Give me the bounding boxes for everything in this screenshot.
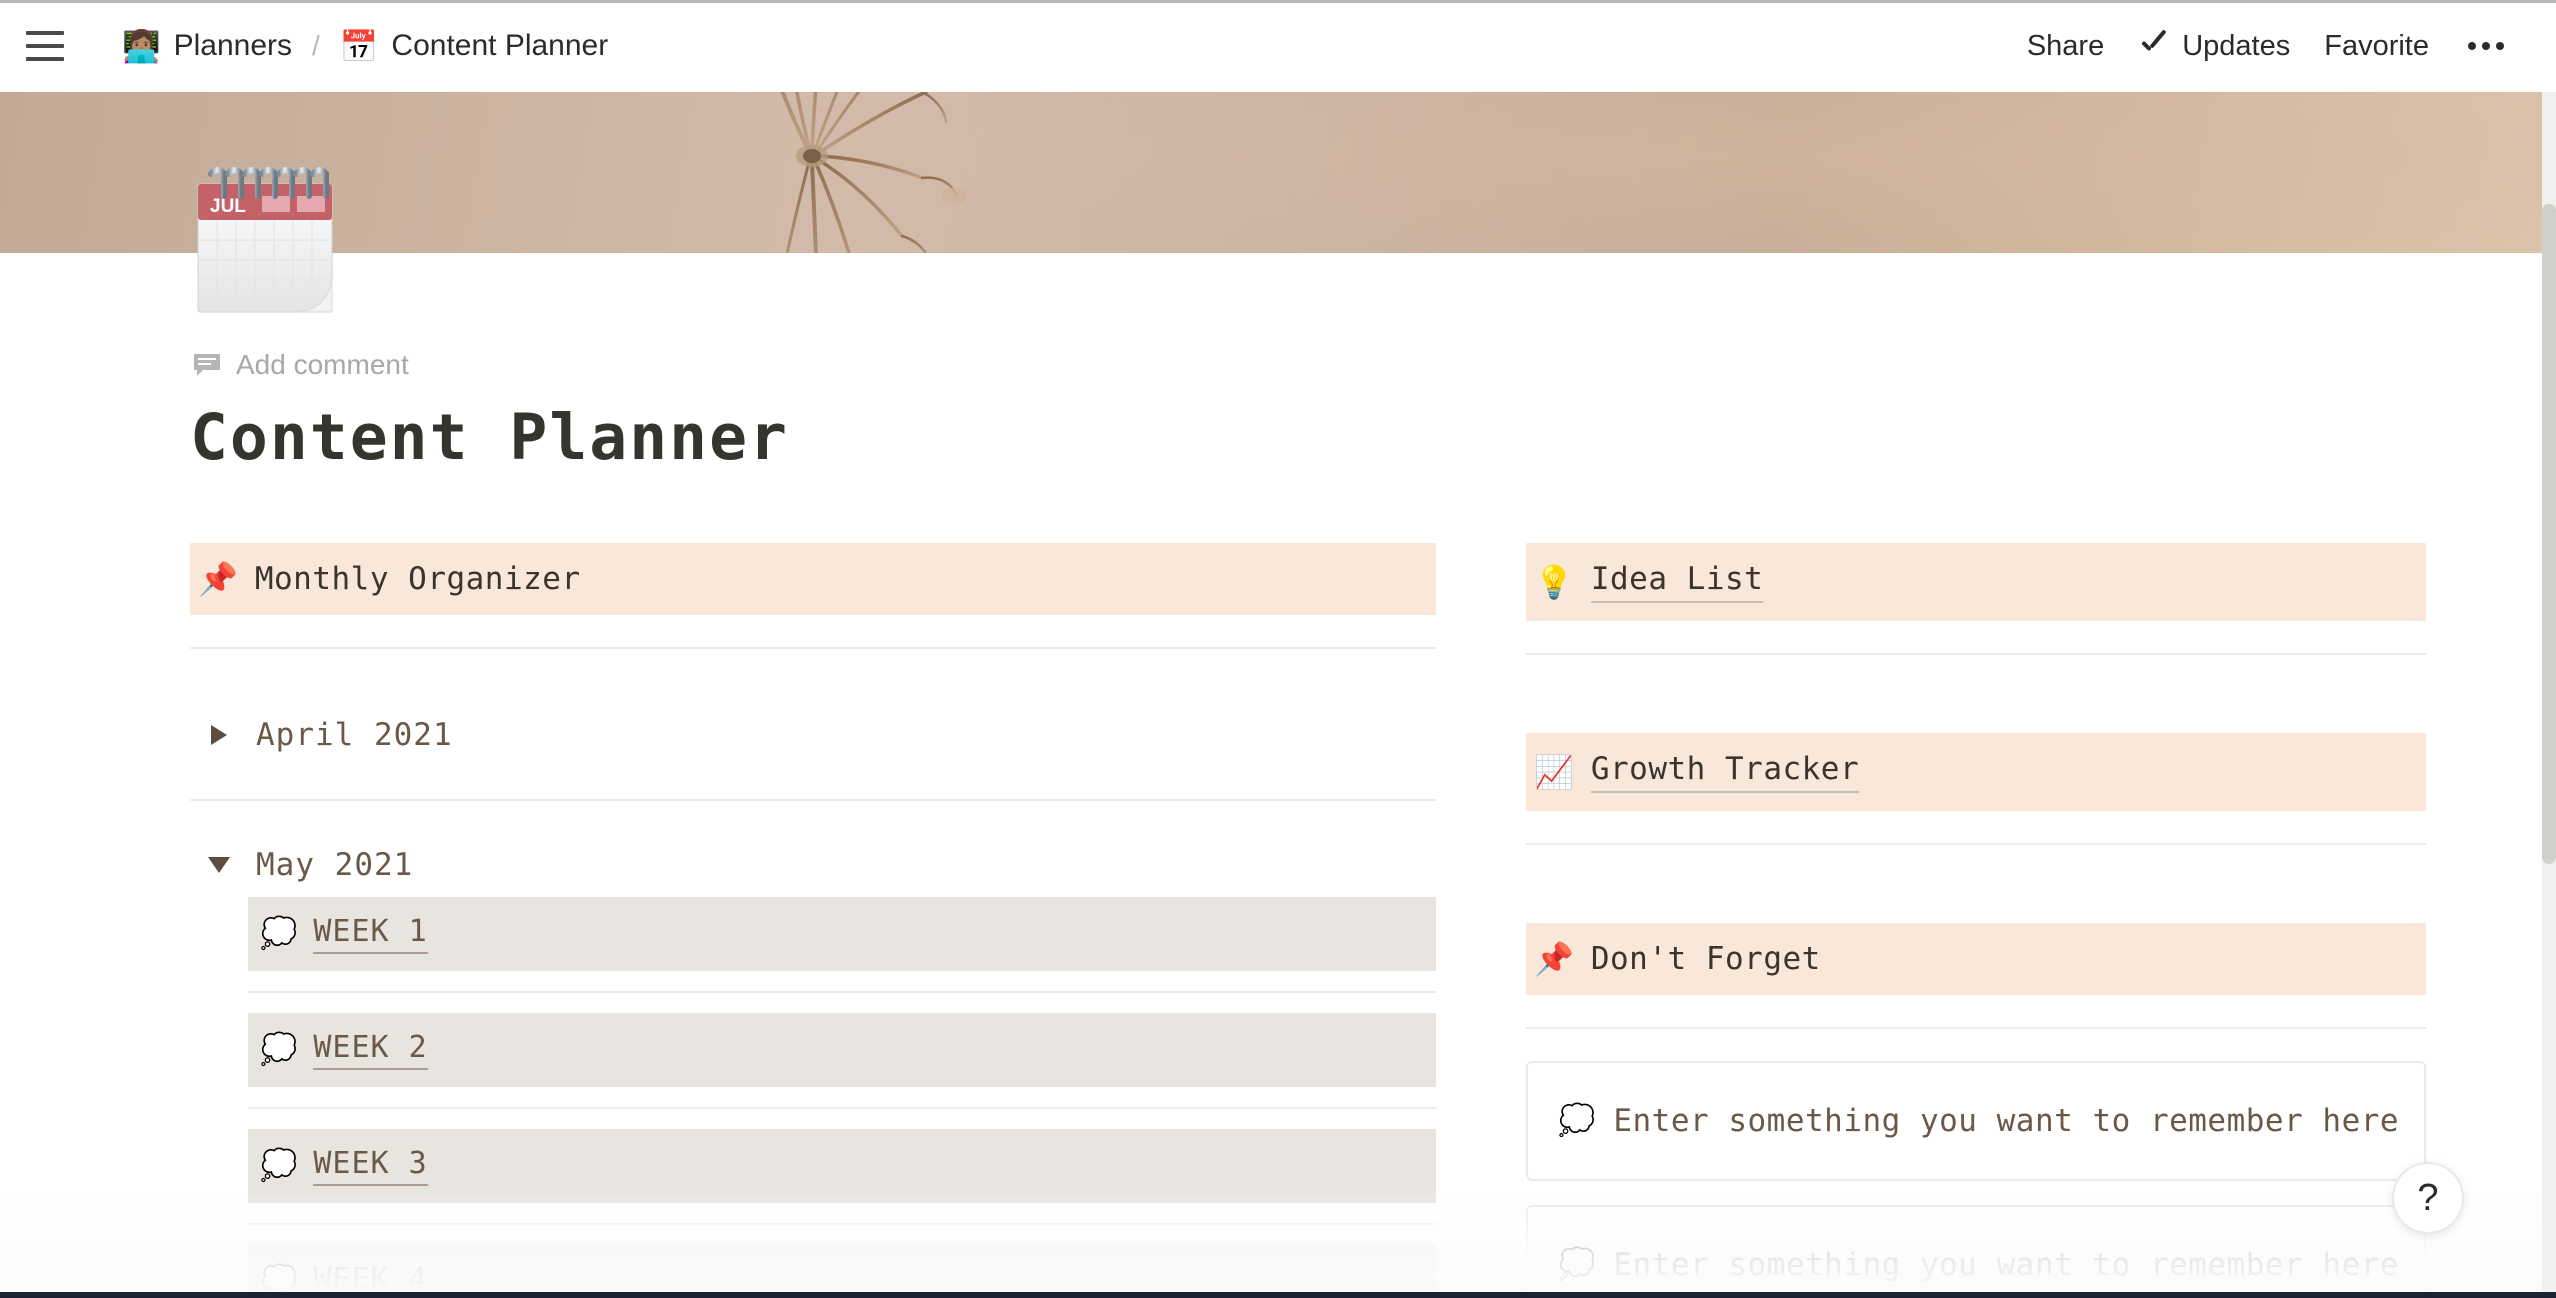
remember-placeholder-2[interactable]: Enter something you want to remember her… (1613, 1247, 2399, 1283)
share-label: Share (2026, 29, 2105, 62)
page-cover-image[interactable] (0, 92, 2542, 253)
svg-text:JUL: JUL (210, 196, 246, 217)
week-row[interactable]: 💭 WEEK 3 (248, 1129, 1436, 1203)
remember-placeholder-1[interactable]: Enter something you want to remember her… (1613, 1103, 2399, 1139)
updates-label: Updates (2182, 29, 2291, 62)
breadcrumb-separator: / (312, 30, 320, 61)
toggle-label-may-2021: May 2021 (256, 847, 414, 883)
toggle-april-2021[interactable]: April 2021 (190, 703, 1436, 767)
toggle-may-2021[interactable]: May 2021 (190, 833, 1436, 897)
thought-balloon-icon: 💭 (1558, 1104, 1596, 1137)
breadcrumb: 👩🏽‍💻 Planners / 📅 Content Planner (116, 25, 614, 67)
add-comment-label: Add comment (236, 349, 409, 380)
comment-icon (194, 354, 220, 376)
hamburger-menu-icon[interactable] (26, 26, 72, 66)
thought-balloon-icon: 💭 (1558, 1248, 1596, 1281)
remember-card[interactable]: 💭 Enter something you want to remember h… (1526, 1205, 2426, 1298)
notion-page: 👩🏽‍💻 Planners / 📅 Content Planner Share … (0, 0, 2556, 1298)
two-column-layout: 📌 Monthly Organizer April 2021 May 2021 (0, 543, 2542, 1298)
breadcrumb-label-planners: Planners (173, 29, 293, 62)
page-title[interactable]: Content Planner (190, 401, 789, 474)
week-row[interactable]: 💭 WEEK 2 (248, 1013, 1436, 1087)
top-bar-actions: Share Updates Favorite (2010, 22, 2518, 71)
light-bulb-icon: 💡 (1534, 564, 1574, 600)
chevron-right-icon[interactable] (204, 725, 234, 745)
chevron-down-icon[interactable] (204, 857, 234, 873)
check-icon (2138, 31, 2168, 61)
share-button[interactable]: Share (2010, 22, 2121, 71)
help-button[interactable]: ? (2392, 1162, 2464, 1234)
link-idea-list[interactable]: Idea List (1590, 561, 1764, 603)
week-row[interactable]: 💭 WEEK 4 (248, 1245, 1436, 1298)
callout-label-monthly-organizer: Monthly Organizer (254, 561, 581, 597)
week-link-2[interactable]: WEEK 2 (313, 1030, 428, 1070)
page-icon-calendar[interactable]: JUL (192, 160, 338, 318)
vertical-scrollbar-thumb[interactable] (2542, 204, 2556, 864)
window-bottom-edge (0, 1292, 2556, 1298)
breadcrumb-item-content-planner[interactable]: 📅 Content Planner (334, 25, 614, 67)
callout-monthly-organizer[interactable]: 📌 Monthly Organizer (190, 543, 1436, 615)
callout-dont-forget[interactable]: 📌 Don't Forget (1526, 923, 2426, 995)
dried-plant-illustration (780, 92, 967, 253)
favorite-button[interactable]: Favorite (2307, 22, 2446, 71)
thought-balloon-icon: 💭 (260, 1033, 298, 1066)
callout-label-dont-forget: Don't Forget (1590, 941, 1821, 977)
pushpin-icon: 📌 (1534, 941, 1574, 977)
chart-increasing-icon: 📈 (1534, 754, 1574, 790)
right-column: 💡 Idea List 📈 Growth Tracker 📌 Don't For… (1526, 543, 2426, 1298)
column-gap (1436, 543, 1526, 1298)
thought-balloon-icon: 💭 (260, 1149, 298, 1182)
link-growth-tracker[interactable]: Growth Tracker (1590, 751, 1860, 793)
callout-idea-list[interactable]: 💡 Idea List (1526, 543, 2426, 621)
week-link-3[interactable]: WEEK 3 (313, 1146, 428, 1186)
toggle-label-april-2021: April 2021 (256, 717, 453, 753)
week-list: 💭 WEEK 1 💭 WEEK 2 💭 WEEK 3 💭 WEEK 4 (248, 897, 1436, 1298)
favorite-label: Favorite (2324, 29, 2429, 62)
calendar-icon: 📅 (339, 28, 379, 64)
updates-button[interactable]: Updates (2121, 22, 2307, 71)
left-column: 📌 Monthly Organizer April 2021 May 2021 (190, 543, 1436, 1298)
page-content: Add comment Content Planner 📌 Monthly Or… (0, 253, 2542, 1298)
callout-growth-tracker[interactable]: 📈 Growth Tracker (1526, 733, 2426, 811)
more-options-icon[interactable] (2454, 32, 2518, 60)
remember-card[interactable]: 💭 Enter something you want to remember h… (1526, 1061, 2426, 1181)
add-comment-button[interactable]: Add comment (192, 349, 409, 381)
breadcrumb-item-planners[interactable]: 👩🏽‍💻 Planners (116, 25, 298, 67)
breadcrumb-label-content-planner: Content Planner (391, 29, 609, 62)
week-row[interactable]: 💭 WEEK 1 (248, 897, 1436, 971)
top-navigation-bar: 👩🏽‍💻 Planners / 📅 Content Planner Share … (0, 0, 2556, 92)
woman-technologist-icon: 👩🏽‍💻 (122, 28, 161, 64)
week-link-1[interactable]: WEEK 1 (313, 914, 428, 954)
pushpin-icon: 📌 (198, 561, 238, 597)
window-top-edge (0, 0, 2556, 3)
thought-balloon-icon: 💭 (260, 917, 298, 950)
